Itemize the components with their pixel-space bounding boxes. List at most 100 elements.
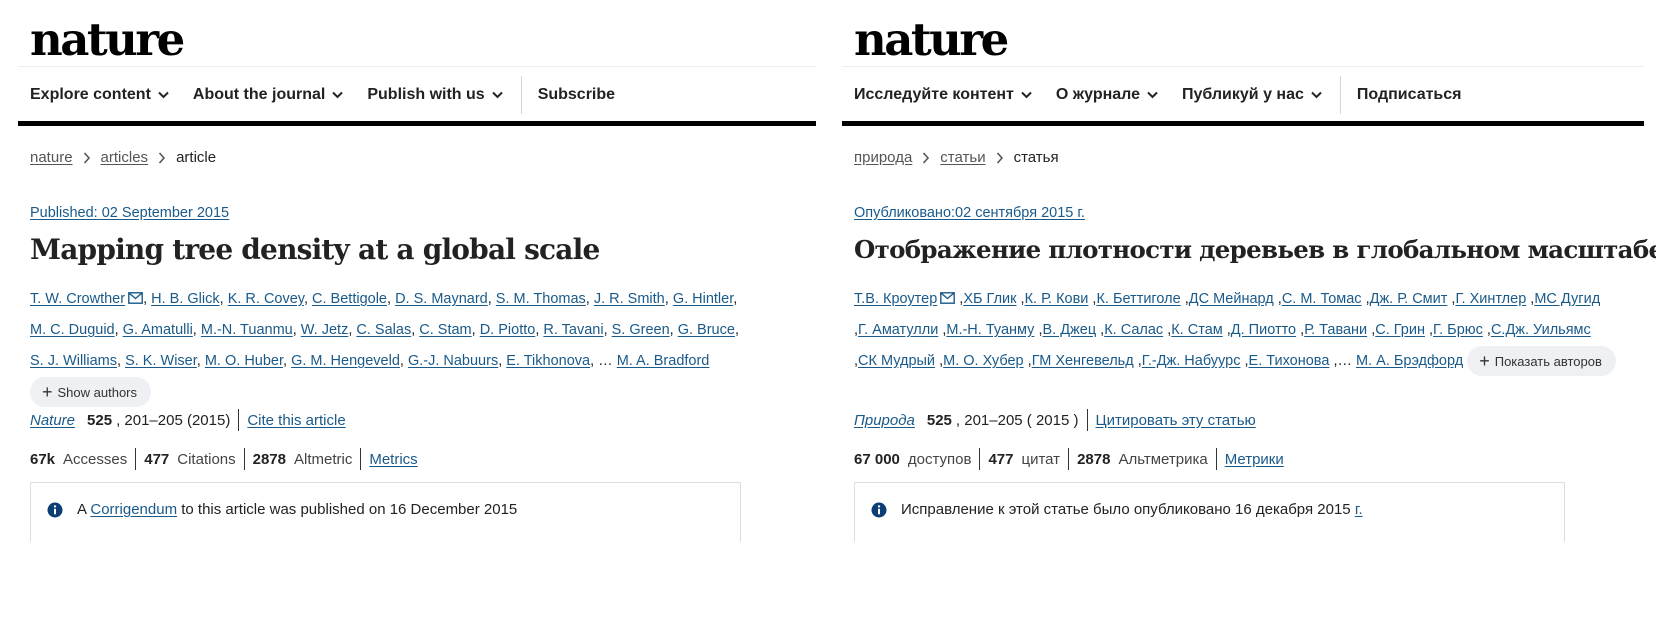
author-link[interactable]: К. Салас [1104,322,1163,338]
citation-line: Природа 525 , 201–205 ( 2015 ) Цитироват… [854,409,1256,431]
nav-subscribe[interactable]: Подписаться [1357,86,1462,104]
nav-bottom-rule [842,121,1644,126]
nature-logo[interactable]: nature [854,14,1009,66]
author-link[interactable]: Р. Тавани [1304,322,1367,338]
plus-icon: + [1479,351,1490,372]
author-link[interactable]: W. Jetz [301,322,349,338]
author-link[interactable]: МС Дугид [1534,291,1600,307]
author-ellipsis: … [1337,353,1352,369]
author-link[interactable]: G. M. Hengeveld [291,353,400,369]
author-link[interactable]: G.-J. Nabuurs [408,353,498,369]
author-link[interactable]: S. Green [612,322,670,338]
author-link[interactable]: М.-Н. Туанму [946,322,1034,338]
plus-icon: + [42,382,53,403]
mail-icon[interactable] [128,292,143,304]
cite-article-link[interactable]: Цитировать эту статью [1096,412,1256,429]
divider [1215,448,1217,470]
author-link[interactable]: J. R. Smith [594,291,665,307]
breadcrumb-articles[interactable]: articles [101,149,149,167]
author-link[interactable]: H. B. Glick [151,291,219,307]
author-link[interactable]: D. Piotto [480,322,536,338]
author-link[interactable]: S. M. Thomas [496,291,586,307]
author-link[interactable]: К. Беттиголе [1096,291,1180,307]
author-link[interactable]: СК Мудрый [858,353,935,369]
author-link[interactable]: M. O. Huber [205,353,283,369]
nav-about-journal[interactable]: About the journal [192,86,344,104]
author-link[interactable]: С. Грин [1375,322,1425,338]
corrigendum-link[interactable]: г. [1355,501,1363,518]
show-authors-button[interactable]: + Показать авторов [1467,346,1616,377]
author-link[interactable]: К. Р. Кови [1025,291,1089,307]
nav-publish-with-us[interactable]: Publish with us [367,86,503,104]
pages: , 201–205 ( 2015 ) [955,411,1079,429]
author-link[interactable]: Е. Тихонова [1249,353,1330,369]
nav-publish-with-us[interactable]: Публикуй у нас [1182,86,1322,104]
author-link[interactable]: R. Tavani [543,322,603,338]
author-link[interactable]: C. Salas [356,322,411,338]
divider [360,448,362,470]
author-link[interactable]: Т.В. Кроутер [854,291,937,307]
nature-logo[interactable]: nature [30,14,185,66]
author-link[interactable]: С.Дж. Уильямс [1491,322,1591,338]
author-link[interactable]: T. W. Crowther [30,291,125,307]
breadcrumb: природа статьи статья [854,149,1059,167]
author-link[interactable]: G. Hintler [673,291,733,307]
author-link[interactable]: M. A. Bradford [617,353,710,369]
author-link[interactable]: М. А. Брэдфорд [1356,353,1463,369]
author-link[interactable]: В. Джец [1043,322,1097,338]
accesses-label: доступов [907,450,972,468]
author-link[interactable]: G. Bruce [678,322,735,338]
author-link[interactable]: E. Tikhonova [506,353,590,369]
author-link[interactable]: С. М. Томас [1282,291,1362,307]
nav-label: Explore content [30,86,151,103]
author-link[interactable]: ГМ Хенгевельд [1032,353,1134,369]
cite-article-link[interactable]: Cite this article [247,412,345,429]
author-link[interactable]: ХБ Глик [963,291,1016,307]
author-link[interactable]: G. Amatulli [123,322,193,338]
journal-link[interactable]: Nature [30,412,75,429]
nav-about-journal[interactable]: О журнале [1056,86,1158,104]
notice-text: to this article was published on 16 Dece… [181,501,518,518]
author-link[interactable]: C. Bettigole [312,291,387,307]
breadcrumb-articles[interactable]: статьи [940,149,985,167]
author-link[interactable]: ДС Мейнард [1189,291,1274,307]
author-link[interactable]: Г.-Дж. Набуурс [1142,353,1241,369]
journal-link[interactable]: Природа [854,412,915,429]
published-date[interactable]: Published: 02 September 2015 [30,205,229,221]
author-link[interactable]: S. J. Williams [30,353,117,369]
breadcrumb-nature[interactable]: nature [30,149,73,167]
author-link[interactable]: D. S. Maynard [395,291,488,307]
author-link[interactable]: Г. Хинтлер [1455,291,1526,307]
corrigendum-link[interactable]: Corrigendum [90,501,177,518]
nav-subscribe[interactable]: Subscribe [538,86,615,104]
author-link[interactable]: M.-N. Tuanmu [201,322,293,338]
author-link[interactable]: Д. Пиотто [1231,322,1296,338]
nav-explore-content[interactable]: Исследуйте контент [854,86,1032,104]
author-link[interactable]: Г. Аматулли [858,322,938,338]
metrics-link[interactable]: Metrics [369,451,417,468]
author-link[interactable]: K. R. Covey [228,291,304,307]
author-link[interactable]: Г. Брюс [1433,322,1483,338]
show-authors-button[interactable]: + Show authors [30,377,152,408]
accesses-label: Accesses [63,450,128,468]
divider [18,66,816,67]
article-title: Отображение плотности деревьев в глобаль… [854,235,1656,264]
article-metrics: 67 000 доступов 477 цитат 2878 Альтметри… [854,448,1284,470]
author-link[interactable]: M. C. Duguid [30,322,115,338]
mail-icon[interactable] [940,292,956,304]
nav-explore-content[interactable]: Explore content [30,86,169,104]
author-link[interactable]: C. Stam [419,322,471,338]
author-link[interactable]: К. Стам [1171,322,1223,338]
author-link[interactable]: М. О. Хубер [943,353,1024,369]
author-link[interactable]: S. K. Wiser [125,353,197,369]
breadcrumb-nature[interactable]: природа [854,149,912,167]
nav-label: About the journal [192,86,326,103]
metrics-link[interactable]: Метрики [1225,451,1284,468]
published-date[interactable]: Опубликовано:02 сентября 2015 г. [854,205,1085,221]
corrigendum-notice: A Corrigendum to this article was publis… [30,482,741,542]
author-link[interactable]: Дж. Р. Смит [1370,291,1448,307]
chevron-down-icon [1311,91,1322,99]
nav-label: О журнале [1055,86,1140,103]
author-ellipsis: … [598,353,613,369]
accesses-count: 67k [30,450,56,468]
